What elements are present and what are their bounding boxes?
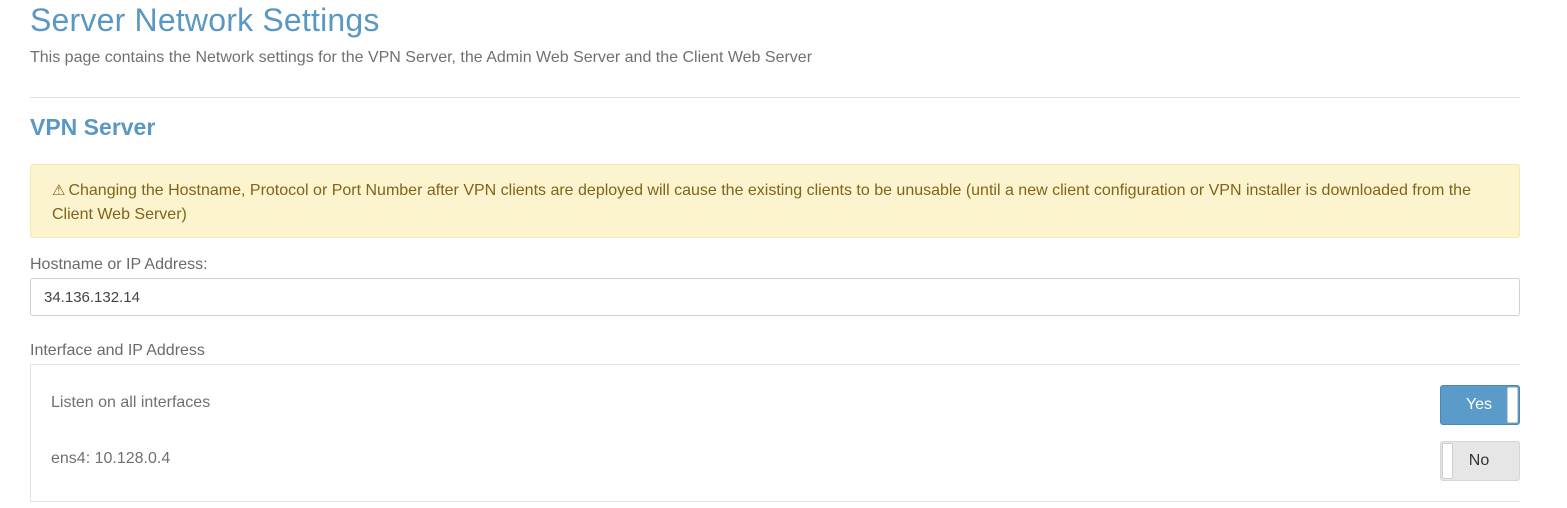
toggle-label: No bbox=[1468, 452, 1490, 469]
hostname-input[interactable] bbox=[30, 278, 1520, 316]
page-subtitle: This page contains the Network settings … bbox=[30, 49, 813, 66]
ens4-interface-toggle[interactable]: No bbox=[1440, 441, 1520, 481]
warning-triangle-icon: ⚠ bbox=[52, 181, 66, 199]
network-settings-page: Server Network Settings This page contai… bbox=[0, 0, 1567, 508]
hostname-label: Hostname or IP Address: bbox=[30, 256, 208, 273]
warning-alert: ⚠ Changing the Hostname, Protocol or Port… bbox=[30, 164, 1520, 238]
interface-label: Interface and IP Address bbox=[30, 342, 205, 359]
page-title: Server Network Settings bbox=[30, 2, 380, 38]
interface-panel bbox=[30, 364, 1520, 502]
section-divider bbox=[30, 97, 1520, 98]
listen-all-interfaces-toggle[interactable]: Yes bbox=[1440, 385, 1520, 425]
toggle-knob bbox=[1507, 387, 1518, 423]
warning-text: Changing the Hostname, Protocol or Port … bbox=[52, 182, 1471, 223]
ens4-interface-label: ens4: 10.128.0.4 bbox=[51, 450, 171, 467]
listen-all-interfaces-label: Listen on all interfaces bbox=[51, 394, 211, 411]
vpn-server-section-title: VPN Server bbox=[30, 114, 156, 140]
